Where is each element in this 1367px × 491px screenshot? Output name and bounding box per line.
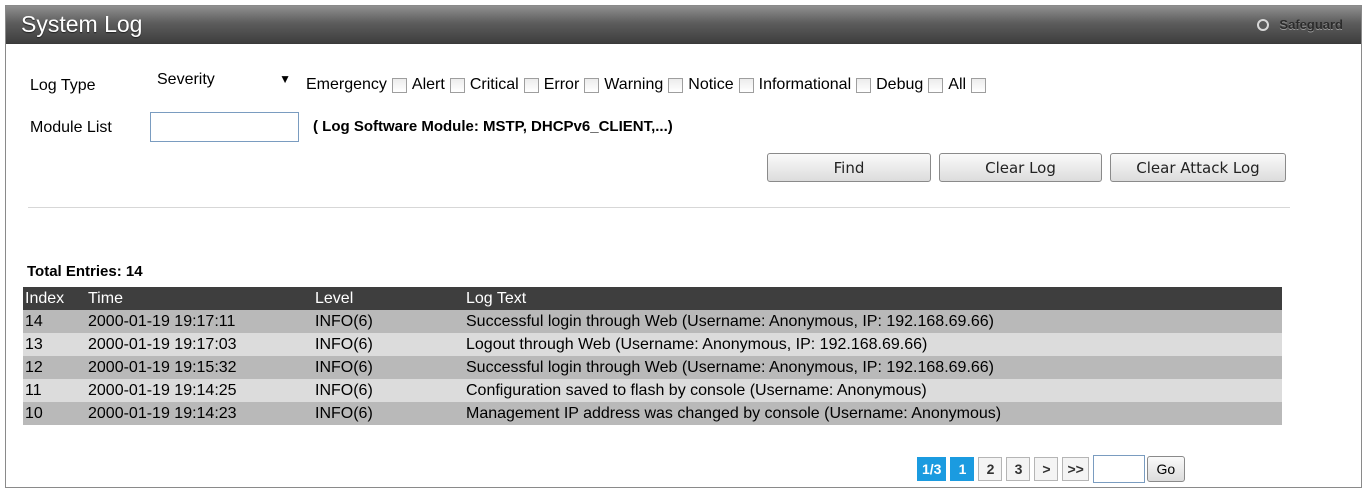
column-header-level: Level	[313, 287, 464, 310]
severity-option-emergency[interactable]: Emergency	[306, 76, 407, 94]
go-button[interactable]: Go	[1146, 456, 1185, 482]
log-type-value: Severity	[157, 71, 215, 88]
severity-checkbox-notice[interactable]	[738, 77, 754, 93]
table-cell: 11	[23, 379, 86, 402]
table-cell: Successful login through Web (Username: …	[464, 356, 1282, 379]
severity-checkbox-emergency[interactable]	[391, 77, 407, 93]
last-page-button[interactable]: >>	[1062, 457, 1089, 481]
log-table: Index Time Level Log Text 14 2000-01-19 1…	[23, 287, 1282, 425]
table-row: 12 2000-01-19 19:15:32 INFO(6) Successful l…	[23, 356, 1282, 379]
column-header-index: Index	[23, 287, 86, 310]
severity-label: Warning	[604, 76, 664, 93]
module-list-hint: ( Log Software Module: MSTP, DHCPv6_CLIE…	[313, 118, 673, 135]
table-cell: Successful login through Web (Username: …	[464, 310, 1282, 333]
severity-label: Notice	[688, 76, 734, 93]
clear-attack-log-button[interactable]: Clear Attack Log	[1110, 153, 1286, 182]
severity-label: Error	[543, 76, 580, 93]
safeguard-label: Safeguard	[1279, 17, 1343, 32]
table-row: 14 2000-01-19 19:17:11 INFO(6) Successful l…	[23, 310, 1282, 333]
severity-checkbox-error[interactable]	[584, 77, 600, 93]
column-header-log-text: Log Text	[464, 287, 1282, 310]
table-cell: 10	[23, 402, 86, 425]
table-row: 10 2000-01-19 19:14:23 INFO(6) Management I…	[23, 402, 1282, 425]
page-link-3[interactable]: 3	[1006, 457, 1031, 481]
table-cell: 2000-01-19 19:15:32	[86, 356, 313, 379]
table-cell: 14	[23, 310, 86, 333]
table-header-row: Index Time Level Log Text	[23, 287, 1282, 310]
page-title: System Log	[21, 11, 143, 37]
log-type-label: Log Type	[30, 77, 96, 94]
chevron-down-icon: ▼	[279, 72, 291, 86]
column-header-time: Time	[86, 287, 313, 310]
severity-option-alert[interactable]: Alert	[412, 76, 465, 94]
severity-label: Informational	[758, 76, 852, 93]
pagination: 1/3 1 2 3 > >> Go	[917, 455, 1185, 483]
severity-option-critical[interactable]: Critical	[470, 76, 539, 94]
table-cell: INFO(6)	[313, 310, 464, 333]
table-cell: Configuration saved to flash by console …	[464, 379, 1282, 402]
page-link-2[interactable]: 2	[978, 457, 1003, 481]
severity-label: Emergency	[306, 76, 387, 93]
clear-log-button[interactable]: Clear Log	[939, 153, 1102, 182]
severity-checkbox-group: Emergency Alert Critical Error Warning Notice…	[306, 76, 991, 94]
table-cell: Management IP address was changed by con…	[464, 402, 1282, 425]
table-row: 11 2000-01-19 19:14:25 INFO(6) Configuratio…	[23, 379, 1282, 402]
severity-option-debug[interactable]: Debug	[876, 76, 944, 94]
severity-checkbox-informational[interactable]	[856, 77, 872, 93]
table-cell: 12	[23, 356, 86, 379]
severity-checkbox-debug[interactable]	[928, 77, 944, 93]
divider	[28, 207, 1290, 208]
next-page-button[interactable]: >	[1034, 457, 1059, 481]
table-cell: 2000-01-19 19:17:11	[86, 310, 313, 333]
severity-checkbox-alert[interactable]	[449, 77, 465, 93]
total-entries: Total Entries: 14	[27, 263, 143, 280]
severity-label: Alert	[411, 76, 445, 93]
safeguard-indicator: Safeguard	[1257, 17, 1343, 33]
page-link-1[interactable]: 1	[950, 457, 975, 481]
severity-option-informational[interactable]: Informational	[759, 76, 872, 94]
page-jump-input[interactable]	[1092, 455, 1145, 483]
table-cell: INFO(6)	[313, 379, 464, 402]
table-cell: 2000-01-19 19:17:03	[86, 333, 313, 356]
table-row: 13 2000-01-19 19:17:03 INFO(6) Logout throu…	[23, 333, 1282, 356]
severity-checkbox-critical[interactable]	[523, 77, 539, 93]
table-cell: Logout through Web (Username: Anonymous,…	[464, 333, 1282, 356]
log-type-select[interactable]: Severity ▼	[148, 67, 300, 95]
severity-label: All	[948, 76, 967, 93]
find-button[interactable]: Find	[767, 153, 931, 182]
severity-option-notice[interactable]: Notice	[688, 76, 754, 94]
table-cell: 2000-01-19 19:14:23	[86, 402, 313, 425]
page-indicator: 1/3	[917, 457, 947, 481]
severity-label: Debug	[876, 76, 924, 93]
table-cell: INFO(6)	[313, 402, 464, 425]
severity-checkbox-all[interactable]	[971, 77, 987, 93]
severity-option-warning[interactable]: Warning	[604, 76, 684, 94]
module-list-input[interactable]	[150, 112, 299, 142]
severity-option-all[interactable]: All	[948, 76, 987, 94]
severity-label: Critical	[469, 76, 519, 93]
module-list-label: Module List	[30, 119, 112, 136]
table-cell: 13	[23, 333, 86, 356]
title-bar: System Log Safeguard	[6, 6, 1361, 44]
table-cell: 2000-01-19 19:14:25	[86, 379, 313, 402]
table-cell: INFO(6)	[313, 356, 464, 379]
severity-option-error[interactable]: Error	[544, 76, 600, 94]
table-cell: INFO(6)	[313, 333, 464, 356]
severity-checkbox-warning[interactable]	[668, 77, 684, 93]
safeguard-icon	[1257, 19, 1270, 31]
